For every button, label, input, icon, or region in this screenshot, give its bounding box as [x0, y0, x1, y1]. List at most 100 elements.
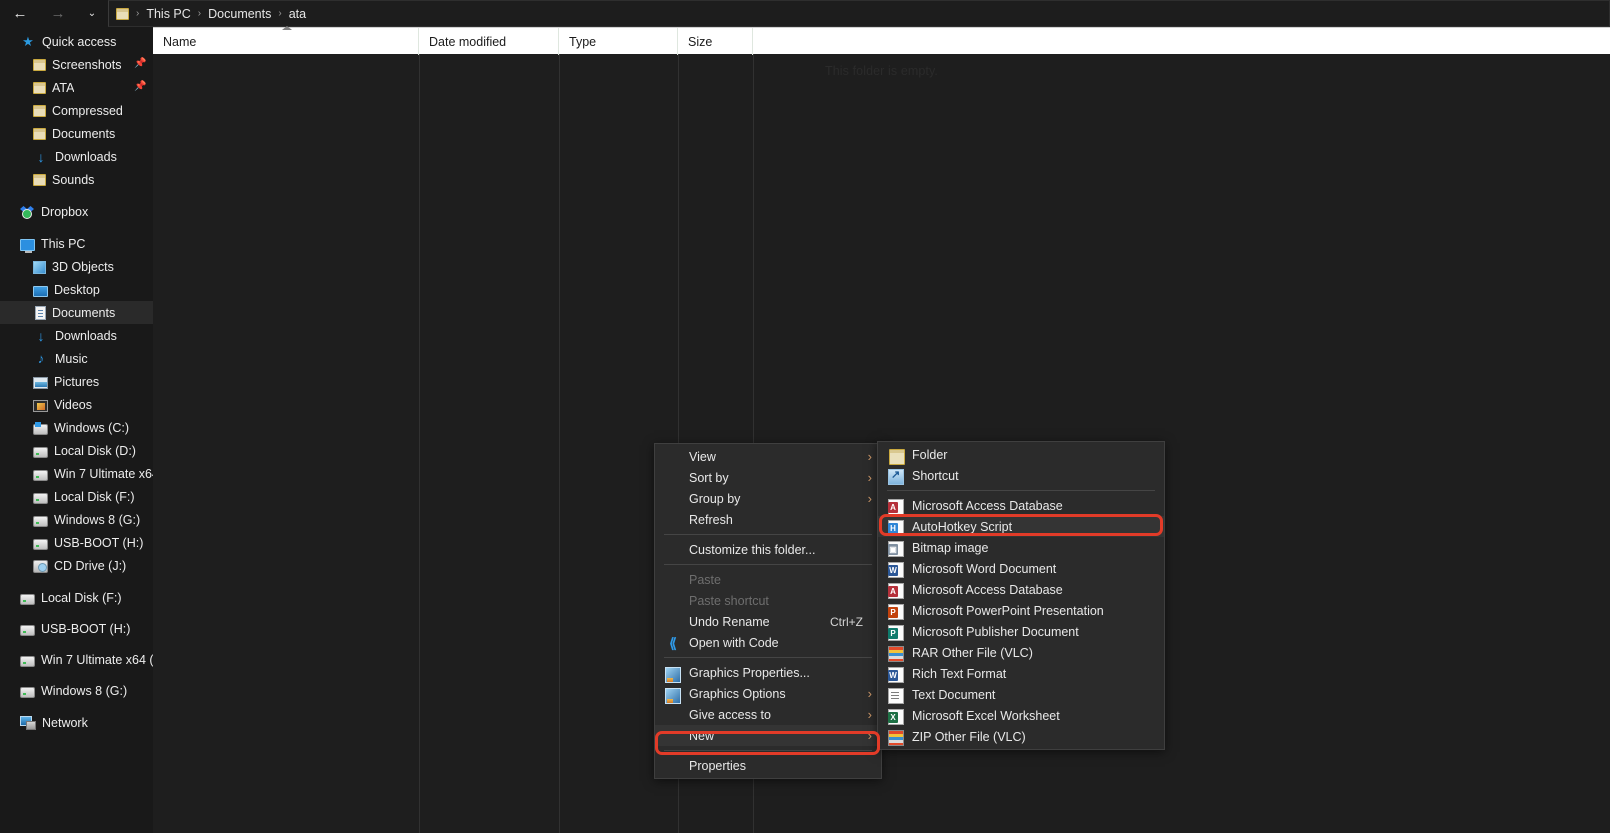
sidebar-item-pictures[interactable]: Pictures	[0, 370, 153, 393]
dropbox-icon	[20, 205, 35, 219]
pin-icon[interactable]: 📌	[134, 81, 145, 92]
column-header-date-modified[interactable]: Date modified	[419, 28, 559, 55]
address-bar[interactable]: › This PC › Documents › ata	[108, 0, 1610, 27]
forward-button[interactable]: →	[45, 1, 71, 27]
pin-icon[interactable]: 📌	[134, 58, 145, 69]
sidebar-item-documents[interactable]: Documents	[0, 301, 153, 324]
menu-item-paste-shortcut: Paste shortcut	[655, 590, 881, 611]
menu-item-refresh[interactable]: Refresh	[655, 509, 881, 530]
submenu-item-label: Rich Text Format	[912, 667, 1006, 681]
sidebar-item-win7-x64[interactable]: Win 7 Ultimate x64	[0, 462, 153, 485]
menu-item-label: Paste shortcut	[689, 594, 769, 608]
column-header-label: Date modified	[429, 35, 506, 49]
sidebar-item-downloads[interactable]: ↓ Downloads	[0, 324, 153, 347]
column-header-type[interactable]: Type	[559, 28, 678, 55]
gridline	[559, 54, 560, 833]
submenu-item-microsoft-excel-worksheet[interactable]: X Microsoft Excel Worksheet	[878, 705, 1164, 726]
menu-item-open-with-code[interactable]: ⟪ Open with Code	[655, 632, 881, 653]
sidebar-item-label: Dropbox	[41, 205, 88, 219]
sidebar-item-ata[interactable]: ATA 📌	[0, 76, 153, 99]
sidebar-item-desktop[interactable]: Desktop	[0, 278, 153, 301]
menu-item-shortcut: Ctrl+Z	[830, 611, 863, 632]
submenu-item-shortcut[interactable]: Shortcut	[878, 465, 1164, 486]
sidebar-item-cd-drive-j[interactable]: CD Drive (J:)	[0, 554, 153, 577]
sidebar-item-3d-objects[interactable]: 3D Objects	[0, 255, 153, 278]
submenu-item-microsoft-word-document[interactable]: W Microsoft Word Document	[878, 558, 1164, 579]
submenu-item-microsoft-access-database[interactable]: A Microsoft Access Database	[878, 495, 1164, 516]
column-header-size[interactable]: Size	[678, 28, 753, 55]
menu-item-graphics-properties[interactable]: Graphics Properties...	[655, 662, 881, 683]
sidebar-item-videos[interactable]: Videos	[0, 393, 153, 416]
new-submenu[interactable]: Folder Shortcut A Microsoft Access Datab…	[877, 441, 1165, 750]
menu-item-view[interactable]: View ›	[655, 446, 881, 467]
sidebar-item-network[interactable]: Network	[0, 711, 153, 734]
sidebar-item-windows-8-g[interactable]: Windows 8 (G:)	[0, 508, 153, 531]
navigation-pane[interactable]: ★ Quick access Screenshots 📌 ATA 📌 Compr…	[0, 27, 153, 833]
submenu-item-microsoft-access-database-2[interactable]: A Microsoft Access Database	[878, 579, 1164, 600]
submenu-item-rar-other-file-vlc[interactable]: RAR Other File (VLC)	[878, 642, 1164, 663]
breadcrumb-separator: ›	[195, 8, 204, 19]
drive-icon	[20, 687, 35, 698]
vlc-icon	[888, 730, 904, 746]
pictures-icon	[33, 377, 48, 389]
chevron-down-icon[interactable]: ⌄	[79, 1, 105, 27]
menu-item-properties[interactable]: Properties	[655, 755, 881, 776]
text-icon	[888, 688, 904, 704]
menu-item-label: New	[689, 729, 714, 743]
chevron-right-icon: ›	[868, 470, 872, 485]
shortcut-icon	[888, 469, 904, 485]
menu-item-sort-by[interactable]: Sort by ›	[655, 467, 881, 488]
folder-icon	[33, 105, 46, 117]
menu-item-give-access-to[interactable]: Give access to ›	[655, 704, 881, 725]
sidebar-item-root-win7-x64-e[interactable]: Win 7 Ultimate x64 (E	[0, 648, 153, 671]
sidebar-item-label: 3D Objects	[52, 260, 114, 274]
sidebar-item-music[interactable]: ♪ Music	[0, 347, 153, 370]
submenu-item-zip-other-file-vlc[interactable]: ZIP Other File (VLC)	[878, 726, 1164, 747]
menu-item-undo-rename[interactable]: Undo Rename Ctrl+Z	[655, 611, 881, 632]
submenu-item-autohotkey-script[interactable]: H AutoHotkey Script	[878, 516, 1164, 537]
submenu-item-bitmap-image[interactable]: ▣ Bitmap image	[878, 537, 1164, 558]
sidebar-item-screenshots[interactable]: Screenshots 📌	[0, 53, 153, 76]
menu-separator	[664, 564, 872, 565]
submenu-item-rich-text-format[interactable]: W Rich Text Format	[878, 663, 1164, 684]
sidebar-item-sounds[interactable]: Sounds	[0, 168, 153, 191]
sidebar-item-downloads-quick[interactable]: ↓ Downloads	[0, 145, 153, 168]
menu-item-label: Paste	[689, 573, 721, 587]
submenu-item-microsoft-publisher-document[interactable]: P Microsoft Publisher Document	[878, 621, 1164, 642]
breadcrumb-item-ata[interactable]: ata	[285, 6, 310, 22]
sidebar-item-root-windows-8-g[interactable]: Windows 8 (G:)	[0, 679, 153, 702]
sidebar-item-windows-c[interactable]: Windows (C:)	[0, 416, 153, 439]
breadcrumb-item-documents[interactable]: Documents	[204, 6, 275, 22]
sidebar-item-local-disk-d[interactable]: Local Disk (D:)	[0, 439, 153, 462]
excel-icon: X	[888, 709, 904, 725]
sidebar-item-compressed[interactable]: Compressed	[0, 99, 153, 122]
breadcrumb-item-this-pc[interactable]: This PC	[142, 6, 194, 22]
column-header-name[interactable]: Name	[153, 28, 419, 55]
sidebar-item-usb-boot-h[interactable]: USB-BOOT (H:)	[0, 531, 153, 554]
menu-item-graphics-options[interactable]: Graphics Options ›	[655, 683, 881, 704]
sidebar-item-quick-access[interactable]: ★ Quick access	[0, 30, 153, 53]
column-header-row: Name Date modified Type Size	[153, 27, 1610, 54]
drive-icon	[33, 447, 48, 458]
menu-item-new[interactable]: New ›	[655, 725, 881, 746]
sidebar-item-dropbox[interactable]: Dropbox	[0, 200, 153, 223]
context-menu[interactable]: View › Sort by › Group by › Refresh Cust…	[654, 443, 882, 779]
sidebar-item-root-usb-boot-h[interactable]: USB-BOOT (H:)	[0, 617, 153, 640]
sidebar-item-local-disk-f[interactable]: Local Disk (F:)	[0, 485, 153, 508]
column-header-label: Name	[163, 35, 196, 49]
sidebar-item-root-local-disk-f[interactable]: Local Disk (F:)	[0, 586, 153, 609]
sidebar-item-label: CD Drive (J:)	[54, 559, 126, 573]
submenu-item-folder[interactable]: Folder	[878, 444, 1164, 465]
back-button[interactable]: ←	[7, 1, 33, 27]
download-arrow-icon: ↓	[33, 149, 49, 165]
submenu-item-text-document[interactable]: Text Document	[878, 684, 1164, 705]
menu-item-customize-this-folder[interactable]: Customize this folder...	[655, 539, 881, 560]
submenu-item-microsoft-powerpoint-presentation[interactable]: P Microsoft PowerPoint Presentation	[878, 600, 1164, 621]
menu-item-group-by[interactable]: Group by ›	[655, 488, 881, 509]
sidebar-item-this-pc[interactable]: This PC	[0, 232, 153, 255]
column-header-label: Type	[569, 35, 596, 49]
download-arrow-icon: ↓	[33, 328, 49, 344]
menu-separator	[664, 534, 872, 535]
sidebar-item-documents-quick[interactable]: Documents	[0, 122, 153, 145]
gridline	[419, 54, 420, 833]
